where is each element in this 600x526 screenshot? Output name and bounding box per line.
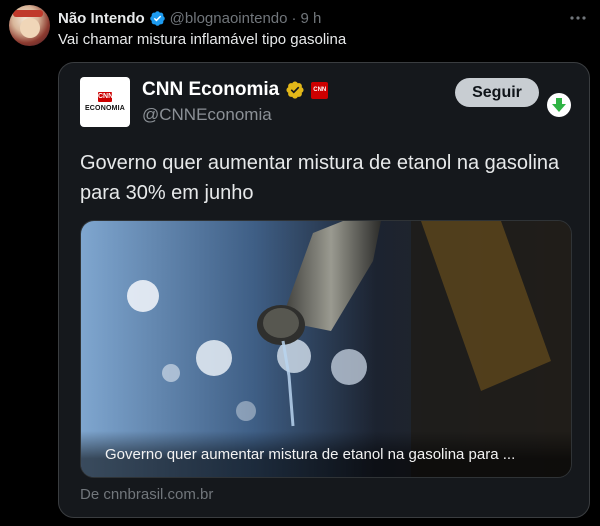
author-name[interactable]: Não Intendo xyxy=(58,10,145,27)
quoted-author-row: CNN Economia CNN xyxy=(142,79,329,101)
quoted-author-name[interactable]: CNN Economia xyxy=(142,79,279,101)
cnn-logo-mark: CNN xyxy=(98,92,114,102)
quoted-tweet[interactable]: CNN ECONOMIA CNN Economia CNN @CNNEconom… xyxy=(58,62,590,518)
link-preview-card[interactable]: Governo quer aumentar mistura de etanol … xyxy=(80,220,572,478)
quoted-headline: Governo quer aumentar mistura de etanol … xyxy=(80,152,560,204)
separator-dot: · xyxy=(291,9,297,27)
follow-button[interactable]: Seguir xyxy=(455,78,539,107)
cnn-affiliate-badge: CNN xyxy=(311,81,329,99)
author-handle[interactable]: @blognaointendo xyxy=(170,10,288,27)
blue-verified-icon xyxy=(149,10,165,26)
author-avatar[interactable] xyxy=(9,5,50,46)
link-source[interactable]: De cnnbrasil.com.br xyxy=(80,486,213,503)
quoted-author-handle[interactable]: @CNNEconomia xyxy=(142,105,272,125)
card-caption: Governo quer aumentar mistura de etanol … xyxy=(81,431,571,477)
tweet-text: Vai chamar mistura inflamável tipo gasol… xyxy=(58,31,347,48)
gold-verified-icon xyxy=(286,81,304,99)
tweet-time[interactable]: 9 h xyxy=(301,10,322,27)
green-down-arrow-icon[interactable] xyxy=(547,93,571,117)
tweet-header: Não Intendo @blognaointendo · 9 h xyxy=(58,8,321,28)
cnn-economia-logo[interactable]: CNN ECONOMIA xyxy=(80,77,130,127)
cnn-logo-text: ECONOMIA xyxy=(84,105,126,112)
more-options-icon[interactable] xyxy=(568,8,588,28)
